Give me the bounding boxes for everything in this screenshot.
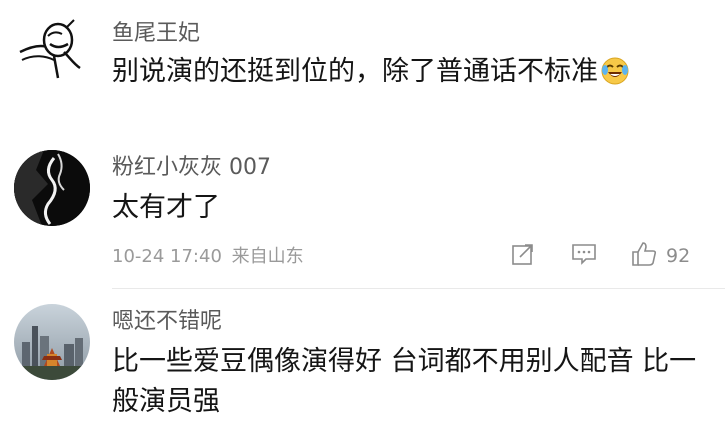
comment-text-line: 般演员强 [112, 386, 220, 417]
comment-text: 比一些爱豆偶像演得好 台词都不用别人配音 比一 般演员强 [112, 342, 696, 422]
comment-text-line: 比一些爱豆偶像演得好 台词都不用别人配音 比一 [112, 346, 697, 377]
comment-item: 嗯还不错呢 比一些爱豆偶像演得好 台词都不用别人配音 比一 般演员强 [0, 0, 725, 436]
avatar[interactable] [14, 304, 90, 380]
username[interactable]: 嗯还不错呢 [112, 308, 222, 336]
cityscape-avatar-icon [14, 304, 90, 380]
